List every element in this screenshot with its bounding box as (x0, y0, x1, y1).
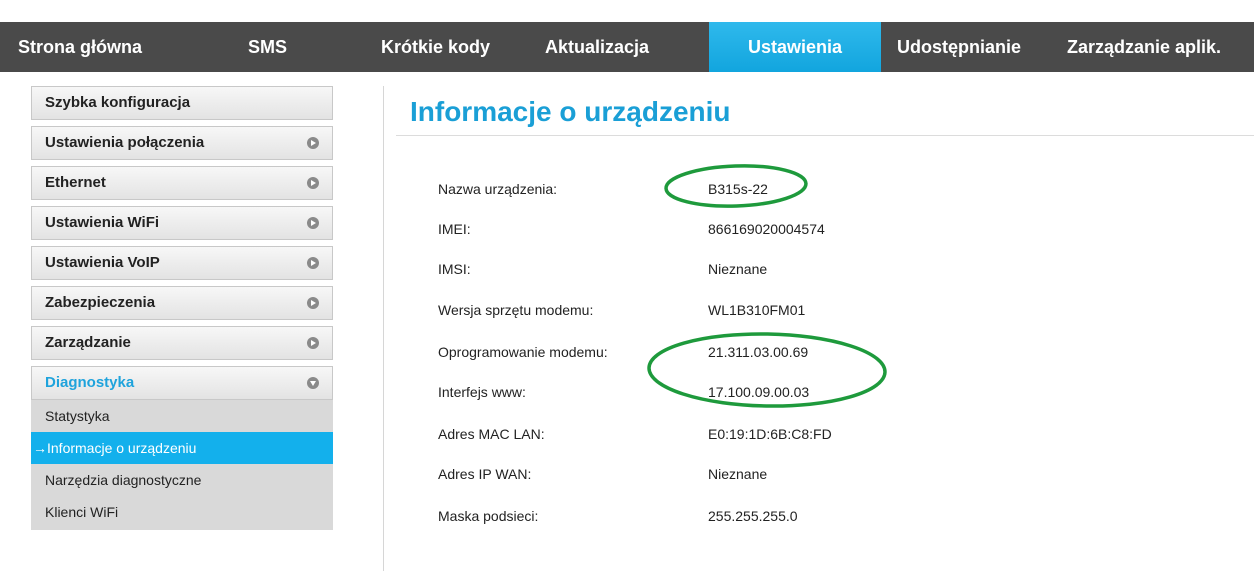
annotation-overlay (647, 164, 887, 408)
annotation-ellipse-device-name (664, 164, 808, 208)
annotation-ellipse-firmware-versions (647, 332, 887, 408)
